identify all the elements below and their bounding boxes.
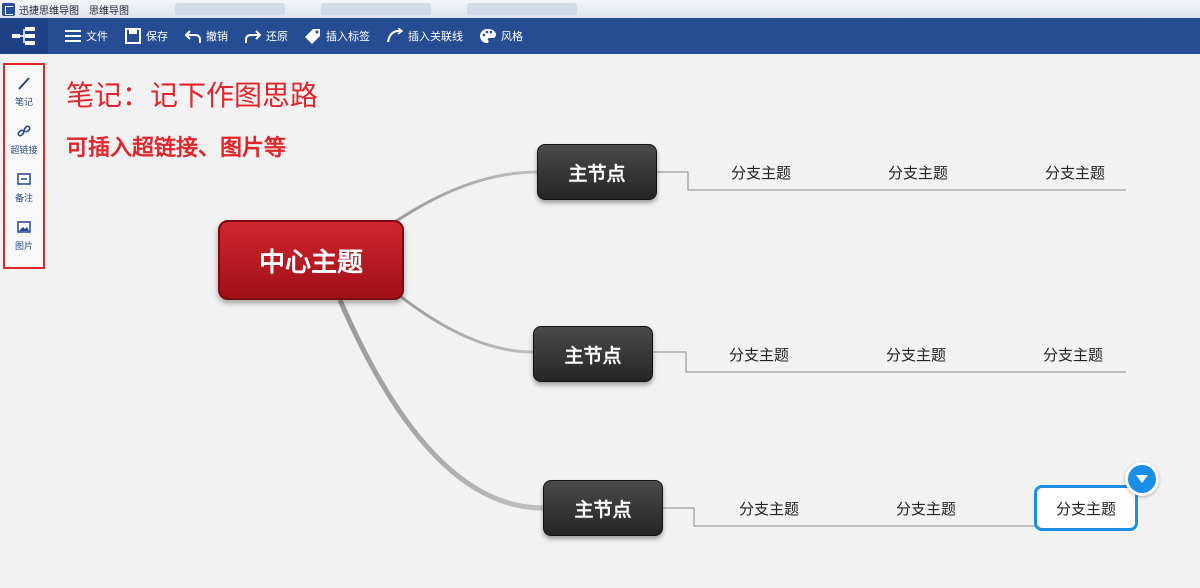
branch-topic[interactable]: 分支主题	[1043, 344, 1103, 365]
connector-line	[394, 290, 534, 354]
branch-topic-selected[interactable]: 分支主题	[1034, 485, 1138, 531]
branch-topic[interactable]: 分支主题	[1045, 162, 1105, 183]
branch-topic[interactable]: 分支主题	[739, 498, 799, 519]
main-node-3[interactable]: 主节点	[543, 480, 663, 536]
main-node-2[interactable]: 主节点	[533, 326, 653, 382]
center-topic-node[interactable]: 中心主题	[218, 220, 404, 300]
triangle-down-icon	[1136, 475, 1148, 483]
branch-topic[interactable]: 分支主题	[731, 162, 791, 183]
branch-topic[interactable]: 分支主题	[886, 344, 946, 365]
node-expand-button[interactable]	[1125, 462, 1159, 496]
branch-line	[663, 507, 1036, 527]
branch-topic[interactable]: 分支主题	[896, 498, 956, 519]
main-node-1[interactable]: 主节点	[537, 144, 657, 200]
branch-topic[interactable]: 分支主题	[729, 344, 789, 365]
connector-line	[337, 299, 544, 511]
branch-topic[interactable]: 分支主题	[888, 162, 948, 183]
connector-line	[394, 170, 538, 224]
